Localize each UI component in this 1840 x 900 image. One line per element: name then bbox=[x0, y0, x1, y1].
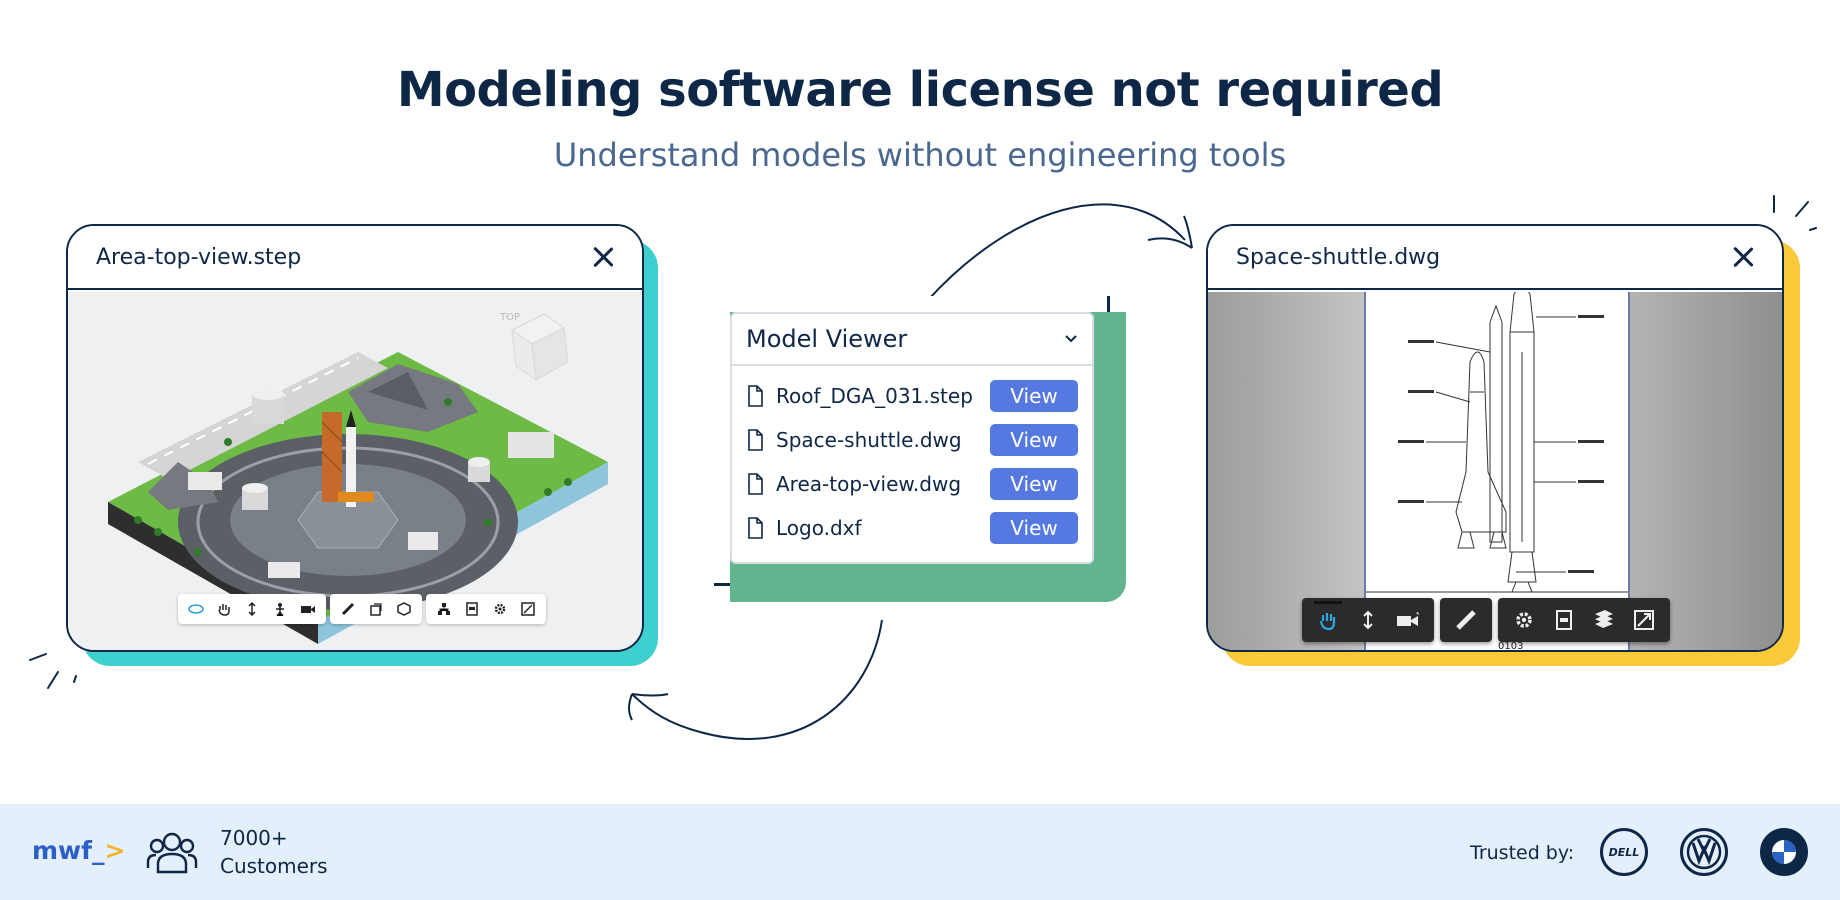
pan-hand-icon[interactable] bbox=[210, 596, 238, 622]
footer-bar: mwf_> 7000+ Customers Trusted by: DELL bbox=[0, 804, 1840, 900]
customers-stat: 7000+ Customers bbox=[220, 824, 328, 880]
customers-label: Customers bbox=[220, 854, 328, 878]
left-viewer-filename: Area-top-view.step bbox=[96, 244, 302, 270]
file-icon bbox=[748, 429, 763, 451]
fullscreen-icon[interactable] bbox=[514, 596, 542, 622]
measure-icon[interactable] bbox=[334, 596, 362, 622]
right-viewer-filename: Space-shuttle.dwg bbox=[1236, 244, 1441, 270]
model-viewer-title: Model Viewer bbox=[746, 325, 908, 353]
list-item: Space-shuttle.dwg View bbox=[746, 418, 1078, 462]
drawing-sheet bbox=[1364, 287, 1630, 650]
view-cube bbox=[511, 313, 569, 382]
properties-icon[interactable] bbox=[458, 596, 486, 622]
dell-logo-text: DELL bbox=[1608, 845, 1640, 859]
file-name: Logo.dxf bbox=[776, 516, 862, 540]
left-viewer-card: Area-top-view.step TOP bbox=[66, 224, 644, 652]
file-name: Roof_DGA_031.step bbox=[776, 384, 973, 408]
file-name: Area-top-view.dwg bbox=[776, 472, 962, 496]
toolbar-group-navigation bbox=[178, 594, 326, 624]
left-viewer-canvas[interactable]: TOP bbox=[68, 292, 642, 650]
pan-hand-icon[interactable] bbox=[1308, 600, 1348, 640]
view-button[interactable]: View bbox=[990, 380, 1078, 412]
list-item: Roof_DGA_031.step View bbox=[746, 374, 1078, 418]
list-item: Area-top-view.dwg View bbox=[746, 462, 1078, 506]
brand-logo[interactable]: mwf_> bbox=[32, 836, 125, 865]
toolbar-group-settings bbox=[1498, 598, 1670, 642]
file-icon bbox=[748, 517, 763, 539]
model-tree-icon[interactable] bbox=[430, 596, 458, 622]
arrow-top-head bbox=[1147, 215, 1193, 249]
trusted-by-label: Trusted by: bbox=[1470, 842, 1575, 864]
camera-icon[interactable] bbox=[1388, 600, 1428, 640]
properties-icon[interactable] bbox=[1544, 600, 1584, 640]
zoom-icon[interactable] bbox=[1348, 600, 1388, 640]
view-button[interactable]: View bbox=[990, 424, 1078, 456]
measure-icon[interactable] bbox=[1446, 600, 1486, 640]
page-subtitle: Understand models without engineering to… bbox=[553, 136, 1287, 174]
volkswagen-logo-icon bbox=[1680, 828, 1728, 876]
layers-icon[interactable] bbox=[1584, 600, 1624, 640]
toolbar-group-navigation bbox=[1302, 598, 1434, 642]
logo-caret: > bbox=[104, 836, 126, 865]
dell-logo-icon: DELL bbox=[1600, 828, 1648, 876]
right-viewer-toolbar bbox=[1302, 598, 1670, 642]
page-title: Modeling software license not required bbox=[396, 62, 1444, 118]
settings-gear-icon[interactable] bbox=[486, 596, 514, 622]
right-viewer-card: Space-shuttle.dwg 0103 bbox=[1206, 224, 1784, 652]
left-viewer-header: Area-top-view.step bbox=[68, 226, 642, 290]
toolbar-group-measure bbox=[1440, 598, 1492, 642]
logo-text: mwf_ bbox=[32, 836, 105, 865]
model-viewer-dropdown[interactable]: Model Viewer bbox=[732, 314, 1092, 366]
fullscreen-icon[interactable] bbox=[1624, 600, 1664, 640]
file-name: Space-shuttle.dwg bbox=[776, 428, 962, 452]
sheet-number: 0103 bbox=[1498, 641, 1524, 652]
right-viewer-canvas[interactable]: 0103 bbox=[1208, 287, 1782, 652]
right-viewer-header: Space-shuttle.dwg bbox=[1208, 226, 1782, 290]
chevron-down-icon bbox=[1065, 335, 1077, 343]
view-cube-top-label: TOP bbox=[500, 312, 521, 323]
customers-count: 7000+ bbox=[220, 826, 288, 850]
model-file-list: Roof_DGA_031.step View Space-shuttle.dwg… bbox=[732, 366, 1092, 550]
arrow-bottom-head bbox=[628, 693, 669, 721]
customers-icon bbox=[146, 832, 198, 874]
toolbar-group-tools bbox=[330, 594, 422, 624]
bmw-logo-icon bbox=[1760, 828, 1808, 876]
list-item: Logo.dxf View bbox=[746, 506, 1078, 550]
left-viewer-toolbar bbox=[178, 594, 546, 624]
spark-left bbox=[29, 653, 77, 689]
arrow-top-curve bbox=[927, 203, 1186, 301]
arrow-bottom-curve bbox=[631, 619, 883, 740]
view-button[interactable]: View bbox=[990, 468, 1078, 500]
file-icon bbox=[748, 385, 763, 407]
spark-right bbox=[1773, 195, 1817, 231]
camera-icon[interactable] bbox=[294, 596, 322, 622]
first-person-icon[interactable] bbox=[266, 596, 294, 622]
section-icon[interactable] bbox=[362, 596, 390, 622]
close-icon[interactable] bbox=[1732, 246, 1754, 268]
zoom-icon[interactable] bbox=[238, 596, 266, 622]
orbit-icon[interactable] bbox=[182, 596, 210, 622]
model-viewer-panel: Model Viewer Roof_DGA_031.step View Spac… bbox=[730, 312, 1094, 564]
explode-icon[interactable] bbox=[390, 596, 418, 622]
close-icon[interactable] bbox=[592, 246, 614, 268]
toolbar-group-settings bbox=[426, 594, 546, 624]
view-button[interactable]: View bbox=[990, 512, 1078, 544]
file-icon bbox=[748, 473, 763, 495]
settings-gear-icon[interactable] bbox=[1504, 600, 1544, 640]
